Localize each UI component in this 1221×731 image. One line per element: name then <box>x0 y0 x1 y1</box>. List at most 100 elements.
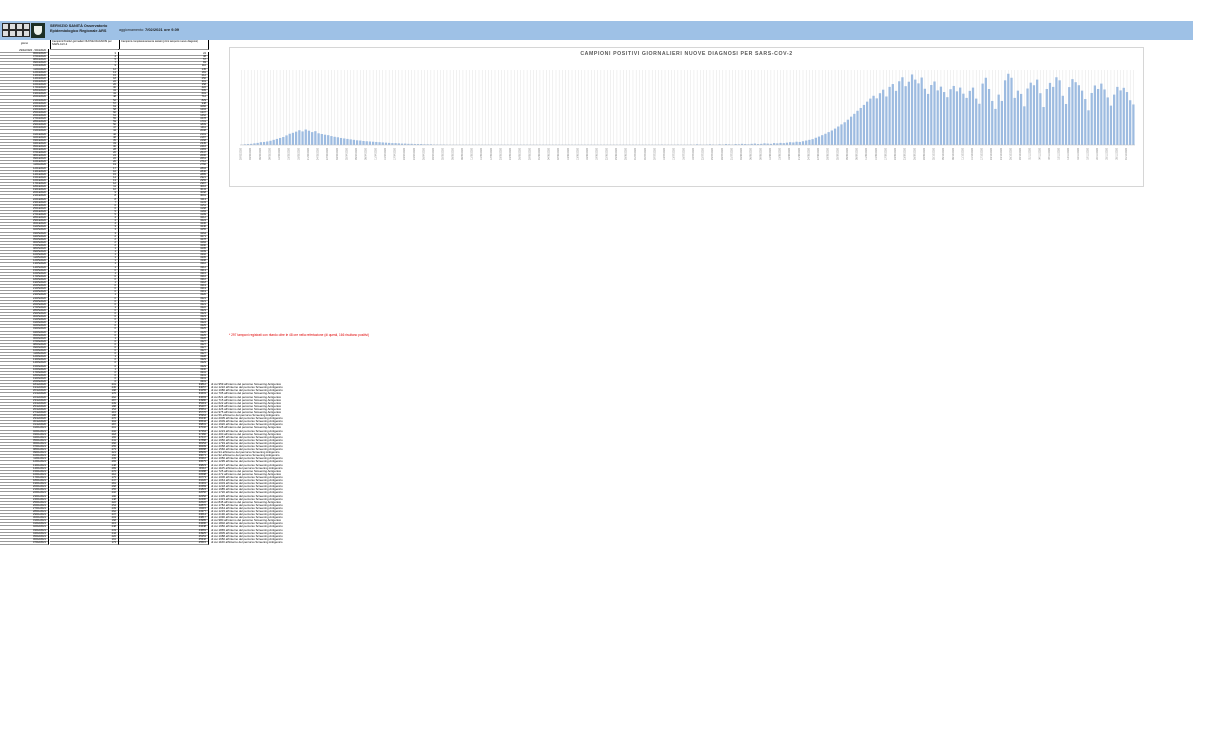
x-tick-label: 21/08/2020 <box>798 147 801 160</box>
x-tick-label: 20/04/2020 <box>403 147 406 160</box>
x-tick-label: 25/11/2020 <box>1106 147 1109 159</box>
x-tick-label: 04/11/2020 <box>1038 147 1041 159</box>
x-tick-label: 19/11/2020 <box>1086 147 1089 159</box>
chart-bar <box>320 133 323 145</box>
chart-bar <box>352 139 356 145</box>
x-tick-label: 21/03/2020 <box>307 147 310 160</box>
chart-bar <box>875 98 878 145</box>
chart-bar <box>856 110 859 145</box>
organization-name: SERVIZIO SANITÀ Osservatorio Epidemiolog… <box>50 24 107 34</box>
chart-bar <box>298 130 301 145</box>
x-tick-label: 11/04/2020 <box>374 147 377 159</box>
chart-bar <box>368 141 372 145</box>
x-tick-label: 19/07/2020 <box>692 147 695 160</box>
chart-bar <box>984 77 987 145</box>
x-tick-label: 02/04/2020 <box>345 147 348 160</box>
chart-bar <box>1074 82 1077 145</box>
chart-bar <box>968 90 971 145</box>
chart-bar <box>866 101 869 145</box>
x-tick-label: 23/09/2020 <box>904 147 907 160</box>
x-tick-label: 22/11/2020 <box>1096 147 1099 159</box>
chart-bar <box>959 87 962 145</box>
x-tick-label: 05/05/2020 <box>451 147 454 160</box>
chart-bar <box>259 142 262 145</box>
chart-bar <box>926 93 930 145</box>
x-tick-label: 16/07/2020 <box>682 147 685 160</box>
x-tick-label: 31/07/2020 <box>730 147 733 160</box>
x-tick-label: 08/04/2020 <box>365 147 368 160</box>
chart-bar <box>327 135 330 145</box>
x-tick-label: 14/09/2020 <box>875 147 878 160</box>
x-tick-label: 01/06/2020 <box>538 147 541 160</box>
x-tick-label: 11/05/2020 <box>471 147 474 159</box>
chart-bar <box>936 90 939 145</box>
x-tick-label: 29/05/2020 <box>528 147 531 160</box>
chart-bar <box>846 119 850 145</box>
x-tick-label: 08/09/2020 <box>856 147 859 160</box>
chart-bar <box>346 138 349 145</box>
chart-bar <box>1116 86 1119 145</box>
chart-bar <box>853 113 856 145</box>
chart-bar <box>323 134 327 145</box>
chart-bar <box>256 142 259 145</box>
x-tick-label: 15/03/2020 <box>288 147 291 160</box>
chart-bar <box>285 135 288 145</box>
chart-bar <box>1125 92 1129 145</box>
chart-bar <box>933 81 936 145</box>
x-tick-label: 13/07/2020 <box>673 147 676 160</box>
ras-logo <box>2 23 30 37</box>
chart-bar <box>330 136 333 145</box>
chart-bar <box>785 142 789 145</box>
chart-bar <box>362 141 365 145</box>
chart-bar <box>987 88 991 145</box>
x-tick-label: 18/08/2020 <box>788 147 791 160</box>
chart-bar <box>1064 103 1068 145</box>
date-cell: 07/02/2021 <box>0 540 49 545</box>
x-tick-label: 17/04/2020 <box>394 147 397 160</box>
x-tick-label: 14/05/2020 <box>480 147 483 160</box>
chart-bar <box>814 137 817 145</box>
chart-bar <box>946 97 949 145</box>
x-tick-label: 02/09/2020 <box>836 147 839 160</box>
chart-bar <box>917 83 920 145</box>
chart-bar <box>359 140 362 145</box>
chart-bar <box>1106 97 1109 145</box>
antigen-note: di cui 1160 all'interno del percorso Scr… <box>211 539 283 544</box>
chart-bar <box>1096 88 1100 145</box>
chart-bar <box>1119 90 1122 145</box>
x-tick-label: 05/04/2020 <box>355 147 358 160</box>
chart-bar <box>1052 86 1055 145</box>
chart-bar <box>878 93 882 145</box>
chart-bar <box>1010 77 1013 145</box>
chart-bar <box>1071 79 1074 145</box>
chart-bar <box>885 96 888 145</box>
x-tick-label: 23/05/2020 <box>509 147 512 160</box>
chart-bar <box>997 94 1000 145</box>
chart-bar <box>837 126 840 145</box>
footnote: * 297 tamponi registrati con ritardo olt… <box>229 333 369 337</box>
chart-bar <box>1045 88 1048 145</box>
chart-bar <box>1007 73 1010 145</box>
chart-bar <box>1113 94 1116 145</box>
x-tick-label: 25/07/2020 <box>711 147 714 160</box>
chart-bar <box>269 140 272 145</box>
chart-bar <box>301 131 304 145</box>
x-tick-label: 07/07/2020 <box>653 147 656 160</box>
chart-bar <box>1077 85 1080 145</box>
x-tick-label: 17/10/2020 <box>981 147 984 160</box>
x-tick-label: 29/10/2020 <box>1019 147 1022 160</box>
chart-bar <box>920 77 923 145</box>
chart-bar <box>1109 105 1113 145</box>
x-tick-label: 01/07/2020 <box>634 147 637 160</box>
x-tick-label: 02/05/2020 <box>442 147 445 160</box>
chart-bar <box>817 136 821 145</box>
x-tick-label: 11/09/2020 <box>865 147 868 159</box>
x-tick-label: 01/11/2020 <box>1029 147 1032 159</box>
chart-bar <box>808 139 811 145</box>
x-tick-label: 03/08/2020 <box>740 147 743 160</box>
chart-bar <box>939 86 943 145</box>
chart-bar <box>898 81 901 145</box>
x-tick-label: 20/10/2020 <box>990 147 993 160</box>
chart-bar <box>333 136 336 145</box>
chart-bar <box>1032 85 1036 145</box>
